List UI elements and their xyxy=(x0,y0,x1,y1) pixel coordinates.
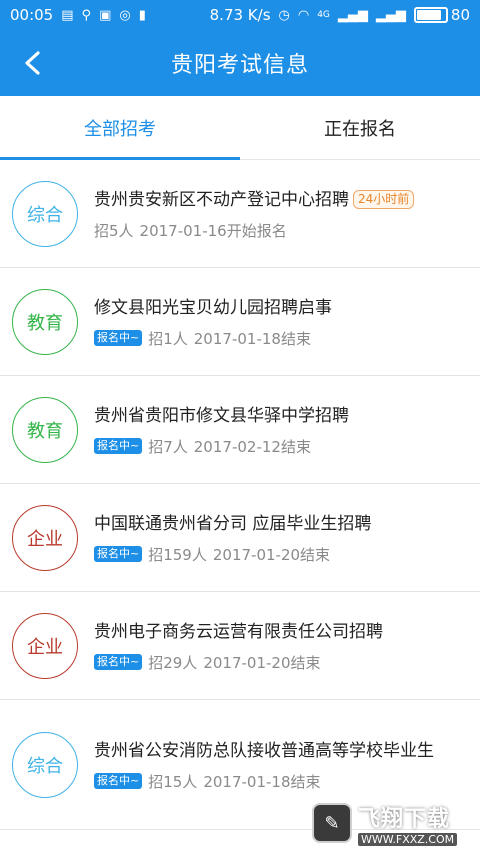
item-date: 2017-01-16开始报名 xyxy=(139,221,287,240)
status-tag: 报名中~ xyxy=(94,330,143,346)
list-item[interactable]: 综合 贵州贵安新区不动产登记中心招聘 24小时前 招5人 2017-01-16开始报… xyxy=(0,160,480,268)
list-item[interactable]: 教育 修文县阳光宝贝幼儿园招聘启事 报名中~ 招1人 2017-01-18结束 xyxy=(0,268,480,376)
item-date: 2017-01-18结束 xyxy=(203,772,321,791)
status-tag: 报名中~ xyxy=(94,438,143,454)
item-title: 贵州省公安消防总队接收普通高等学校毕业生 xyxy=(94,740,434,761)
category-badge: 综合 xyxy=(12,731,78,798)
battery-icon: 80 xyxy=(413,6,470,24)
watermark-name: 飞翔下载 xyxy=(358,806,451,832)
network-speed: 8.73 K/s xyxy=(209,6,271,24)
category-badge: 综合 xyxy=(12,180,78,247)
page-title: 贵阳考试信息 xyxy=(170,53,309,78)
feather-icon: ✎ xyxy=(312,803,352,843)
item-date: 2017-01-18结束 xyxy=(193,329,311,348)
list-item[interactable]: 教育 贵州省贵阳市修文县华驿中学招聘 报名中~ 招7人 2017-02-12结束 xyxy=(0,376,480,484)
status-bar: 00:05 ▤ ⚲ ▣ ◎ ▮ 8.73 K/s ◷ ◠ 4G ▂▄▆ ▂▄▆ … xyxy=(0,0,480,30)
status-tag: 报名中~ xyxy=(94,654,143,670)
clock-icon: ◷ xyxy=(278,7,290,23)
item-title: 贵州电子商务云运营有限责任公司招聘 xyxy=(94,621,383,642)
item-date: 2017-02-12结束 xyxy=(193,437,311,456)
charging-icon: ▮ xyxy=(138,7,146,23)
category-badge: 教育 xyxy=(12,288,78,355)
watermark-logo: ✎ 飞翔下载 WWW.FXXZ.COM xyxy=(312,801,472,846)
tab-bar: 全部招考 正在报名 xyxy=(0,96,480,160)
battery-level: 80 xyxy=(450,6,470,24)
bag-icon: ▣ xyxy=(99,7,112,23)
item-date: 2017-01-20结束 xyxy=(212,545,331,564)
app-header: 贵阳考试信息 xyxy=(0,30,480,96)
item-count: 招29人 xyxy=(148,653,198,672)
tab-all-recruitment[interactable]: 全部招考 xyxy=(0,96,240,160)
chevron-left-icon xyxy=(25,51,40,75)
back-button[interactable] xyxy=(14,44,52,82)
item-title: 中国联通贵州省分司 应届毕业生招聘 xyxy=(94,513,372,534)
wifi-icon: ◠ xyxy=(297,7,310,23)
swirl-icon: ◎ xyxy=(119,7,131,23)
signal-icon-2: ▂▄▆ xyxy=(375,7,406,23)
item-count: 招159人 xyxy=(148,545,207,564)
category-badge: 教育 xyxy=(12,396,78,463)
cellular-4g-icon: 4G xyxy=(317,9,330,20)
notification-book-icon: ▤ xyxy=(61,7,74,23)
item-count: 招7人 xyxy=(148,437,188,456)
item-count: 招15人 xyxy=(148,772,198,791)
status-tag: 报名中~ xyxy=(94,546,143,562)
category-badge: 企业 xyxy=(12,612,78,679)
item-title: 贵州省贵阳市修文县华驿中学招聘 xyxy=(94,405,349,426)
list-item[interactable]: 企业 贵州电子商务云运营有限责任公司招聘 报名中~ 招29人 2017-01-20结… xyxy=(0,592,480,700)
list-item[interactable]: 企业 中国联通贵州省分司 应届毕业生招聘 报名中~ 招159人 2017-01-20… xyxy=(0,484,480,592)
walk-icon: ⚲ xyxy=(81,7,92,23)
new-badge: 24小时前 xyxy=(353,190,415,209)
status-tag: 报名中~ xyxy=(94,773,143,789)
status-time: 00:05 xyxy=(10,6,54,24)
item-title: 修文县阳光宝贝幼儿园招聘启事 xyxy=(94,297,332,318)
item-count: 招5人 xyxy=(94,221,134,240)
category-badge: 企业 xyxy=(12,504,78,571)
item-count: 招1人 xyxy=(148,329,188,348)
item-date: 2017-01-20结束 xyxy=(203,653,321,672)
signal-icon: ▂▄▆ xyxy=(337,7,368,23)
item-title: 贵州贵安新区不动产登记中心招聘 xyxy=(94,189,349,210)
watermark-url: WWW.FXXZ.COM xyxy=(358,832,458,846)
tab-registering[interactable]: 正在报名 xyxy=(240,96,480,159)
recruitment-list: 综合 贵州贵安新区不动产登记中心招聘 24小时前 招5人 2017-01-16开始报… xyxy=(0,160,480,830)
